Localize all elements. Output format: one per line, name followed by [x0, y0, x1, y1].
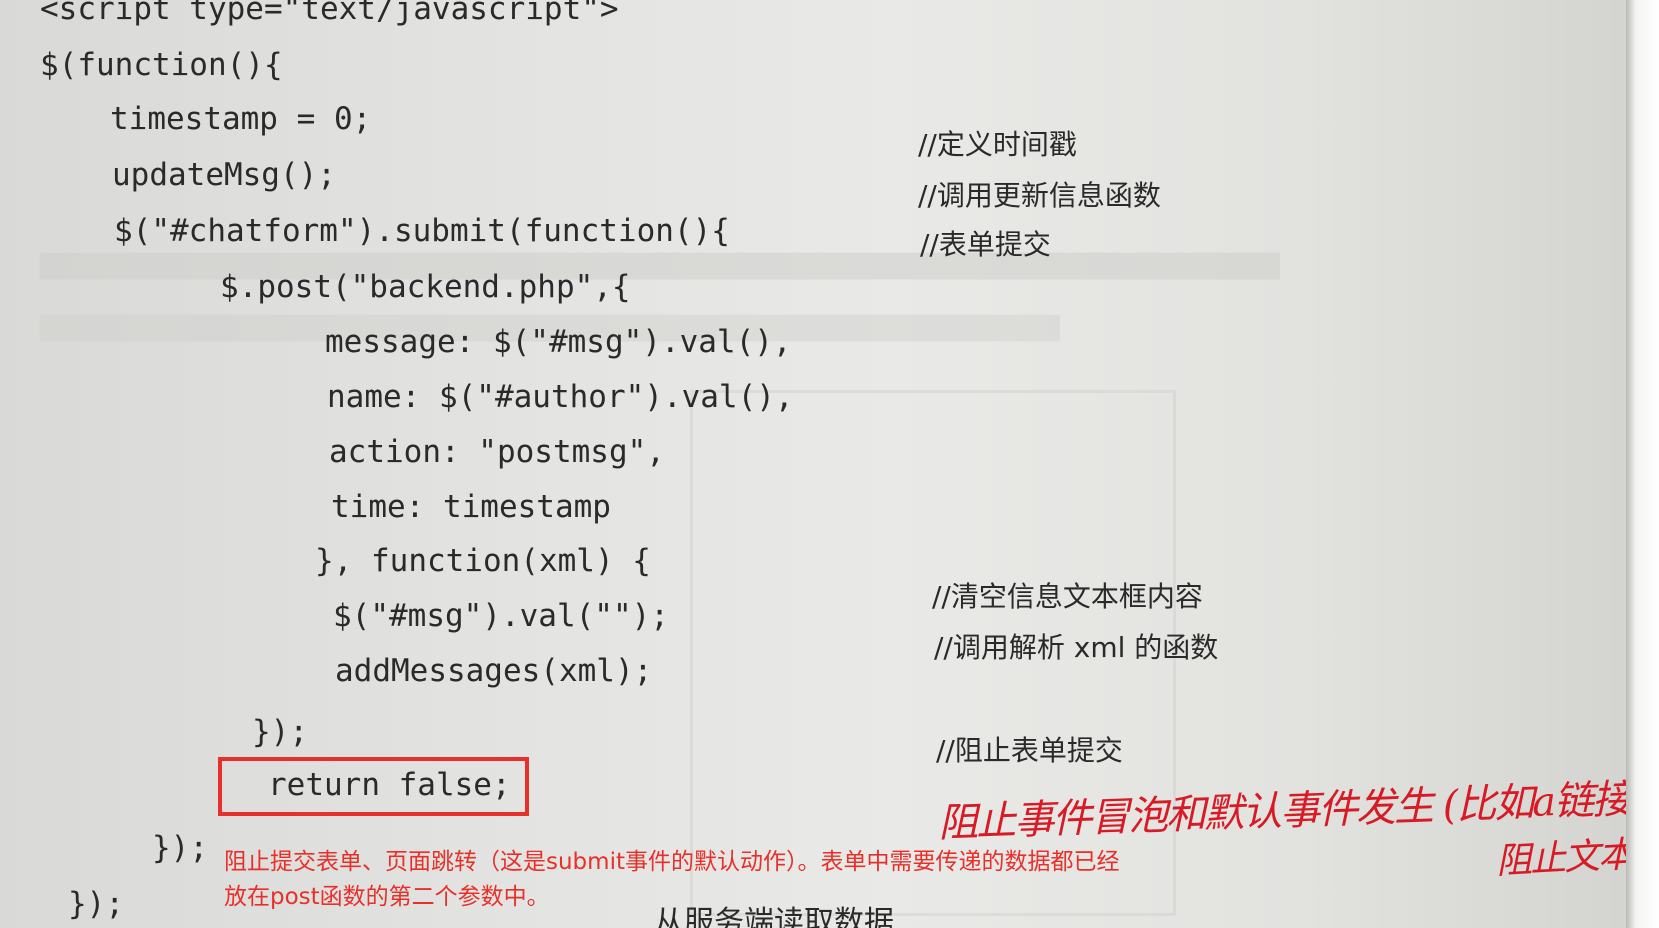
- code-line: });: [152, 830, 208, 866]
- code-line: time: timestamp: [331, 489, 611, 525]
- code-line: name: $("#author").val(),: [327, 379, 794, 415]
- code-comment: //阻止表单提交: [936, 734, 1123, 767]
- code-line: timestamp = 0;: [110, 101, 372, 137]
- handwritten-note: 阻止文本框: [1495, 832, 1626, 883]
- annotation-line: 放在post函数的第二个参数中。: [224, 884, 550, 910]
- code-line: $(function(){: [40, 47, 283, 83]
- code-line: }, function(xml) {: [315, 543, 651, 579]
- code-line: updateMsg();: [112, 157, 336, 193]
- code-line: addMessages(xml);: [335, 653, 653, 689]
- highlight-box: [218, 757, 529, 816]
- code-comment: //表单提交: [920, 228, 1051, 261]
- code-line: $.post("backend.php",{: [220, 269, 631, 305]
- code-line: action: "postmsg",: [329, 434, 665, 470]
- code-line: });: [252, 714, 308, 750]
- code-comment: //调用解析 xml 的函数: [934, 631, 1219, 664]
- code-comment: //定义时间戳: [918, 128, 1077, 161]
- code-line: $("#chatform").submit(function(){: [114, 213, 730, 249]
- annotation-line: 阻止提交表单、页面跳转（这是submit事件的默认动作）。表单中需要传递的数据都…: [224, 849, 1120, 875]
- code-line: message: $("#msg").val(),: [325, 324, 792, 360]
- book-page-photo: ▇▇▇▇▇▇▇▇▇▇▇▇▇▇▇▇▇▇▇▇▇▇▇▇▇▇▇▇▇▇▇▇▇▇▇▇▇▇▇▇…: [0, 0, 1626, 928]
- code-comment: //清空信息文本框内容: [932, 580, 1203, 613]
- code-line: <script type="text/javascript">: [40, 0, 619, 27]
- code-line: $("#msg").val("");: [333, 598, 669, 634]
- page-edge: [1626, 0, 1659, 928]
- bottom-cut-text: 从服务端读取数据: [654, 905, 894, 928]
- code-comment: //调用更新信息函数: [918, 179, 1161, 212]
- code-line: });: [68, 886, 124, 922]
